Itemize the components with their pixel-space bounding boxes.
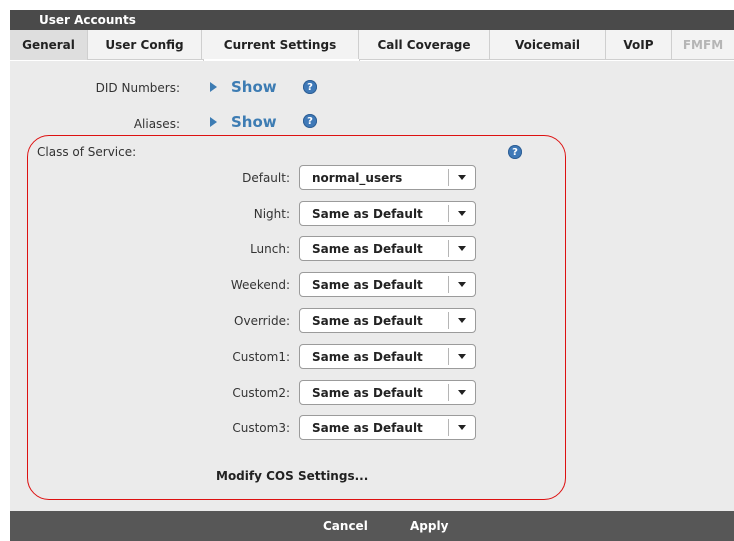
cos-custom2-value: Same as Default: [312, 385, 423, 400]
cos-lunch-label: Lunch:: [250, 242, 290, 256]
apply-button[interactable]: Apply: [410, 519, 448, 533]
chevron-down-icon: [448, 384, 475, 401]
cos-override-label: Override:: [234, 314, 290, 328]
cos-custom1-value: Same as Default: [312, 349, 423, 364]
chevron-down-icon: [448, 205, 475, 222]
aliases-show-link[interactable]: Show: [210, 113, 277, 131]
cos-default-value: normal_users: [312, 170, 403, 185]
tab-bar: General User Config Current Settings Cal…: [10, 30, 734, 60]
cos-override-value: Same as Default: [312, 313, 423, 328]
did-numbers-show-link[interactable]: Show: [210, 78, 277, 96]
cos-weekend-select[interactable]: Same as Default: [299, 272, 476, 297]
aliases-label: Aliases:: [133, 117, 180, 131]
did-numbers-label: DID Numbers:: [95, 81, 180, 95]
tab-voicemail[interactable]: Voicemail: [490, 30, 606, 60]
cos-weekend-value: Same as Default: [312, 277, 423, 292]
cos-default-select[interactable]: normal_users: [299, 165, 476, 190]
window-title-bar: User Accounts: [10, 10, 734, 30]
cos-custom1-label: Custom1:: [232, 350, 290, 364]
tab-voip[interactable]: VoIP: [606, 30, 672, 60]
triangle-right-icon: [210, 117, 217, 127]
class-of-service-group: [27, 135, 566, 500]
cos-custom2-select[interactable]: Same as Default: [299, 380, 476, 405]
triangle-right-icon: [210, 82, 217, 92]
help-icon[interactable]: ?: [508, 145, 522, 159]
window-title: User Accounts: [39, 13, 136, 27]
cos-custom3-label: Custom3:: [232, 421, 290, 435]
cos-lunch-select[interactable]: Same as Default: [299, 236, 476, 261]
cos-override-select[interactable]: Same as Default: [299, 308, 476, 333]
cos-custom2-label: Custom2:: [232, 386, 290, 400]
cos-lunch-value: Same as Default: [312, 241, 423, 256]
cancel-button[interactable]: Cancel: [323, 519, 368, 533]
aliases-show-text: Show: [231, 113, 277, 131]
tab-general[interactable]: General: [10, 30, 88, 60]
cos-weekend-label: Weekend:: [230, 278, 290, 292]
class-of-service-title: Class of Service:: [37, 145, 137, 159]
chevron-down-icon: [448, 240, 475, 257]
chevron-down-icon: [448, 419, 475, 436]
did-numbers-show-text: Show: [231, 78, 277, 96]
cos-custom3-value: Same as Default: [312, 420, 423, 435]
tab-call-coverage[interactable]: Call Coverage: [359, 30, 490, 60]
tab-current-settings[interactable]: Current Settings: [202, 30, 359, 60]
cos-night-value: Same as Default: [312, 206, 423, 221]
cos-night-label: Night:: [253, 207, 290, 221]
help-icon[interactable]: ?: [303, 80, 317, 94]
modify-cos-settings-link[interactable]: Modify COS Settings...: [216, 469, 368, 483]
chevron-down-icon: [448, 312, 475, 329]
cos-custom1-select[interactable]: Same as Default: [299, 344, 476, 369]
chevron-down-icon: [448, 276, 475, 293]
cos-custom3-select[interactable]: Same as Default: [299, 415, 476, 440]
chevron-down-icon: [448, 348, 475, 365]
footer-bar: Cancel Apply: [10, 511, 734, 541]
tab-user-config[interactable]: User Config: [88, 30, 202, 60]
chevron-down-icon: [448, 169, 475, 186]
tab-fmfm: FMFM: [682, 38, 724, 52]
help-icon[interactable]: ?: [303, 114, 317, 128]
cos-default-label: Default:: [242, 171, 290, 185]
cos-night-select[interactable]: Same as Default: [299, 201, 476, 226]
